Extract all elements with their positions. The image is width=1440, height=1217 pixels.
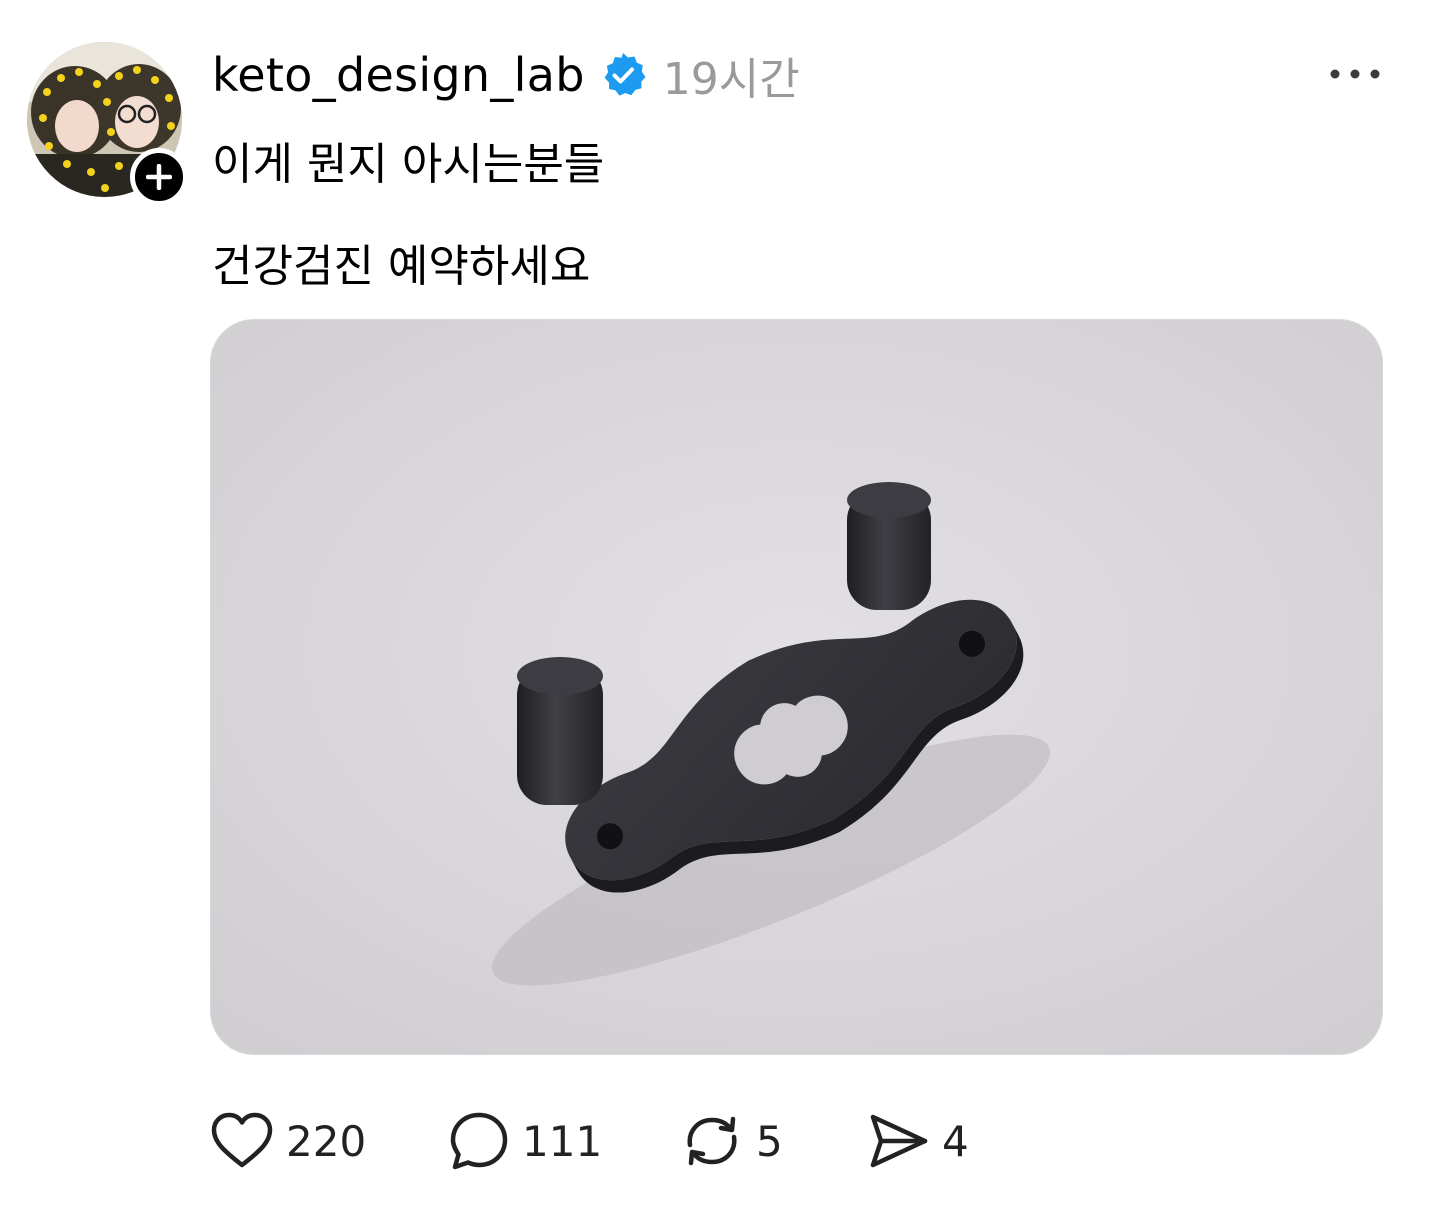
repost-button[interactable]: 5 <box>680 1110 783 1172</box>
comment-icon <box>450 1112 508 1170</box>
repost-count: 5 <box>756 1116 783 1166</box>
post-header: keto_design_lab 19시간 <box>212 44 800 106</box>
more-icon <box>1330 69 1380 79</box>
verified-badge-icon <box>604 53 646 96</box>
post-actions-bar: 220 111 5 4 <box>210 1110 1110 1172</box>
post-text-line-1: 이게 뭔지 아시는분들 <box>212 139 605 190</box>
post-image[interactable] <box>210 319 1383 1055</box>
heart-icon <box>211 1112 273 1168</box>
follow-button[interactable] <box>130 148 188 206</box>
plus-icon <box>146 164 172 190</box>
reply-button[interactable]: 111 <box>448 1110 602 1172</box>
like-count: 220 <box>286 1116 367 1166</box>
share-icon <box>870 1114 928 1168</box>
post-time: 19시간 <box>662 54 800 105</box>
username-link[interactable]: keto_design_lab <box>212 48 585 102</box>
share-count: 4 <box>942 1116 969 1166</box>
more-options-button[interactable] <box>1320 56 1390 92</box>
share-button[interactable]: 4 <box>868 1110 969 1172</box>
like-button[interactable]: 220 <box>210 1110 366 1172</box>
repost-icon <box>687 1116 737 1166</box>
reply-count: 111 <box>522 1116 603 1166</box>
avatar-container[interactable] <box>27 42 188 206</box>
post-text-line-2: 건강검진 예약하세요 <box>212 241 591 292</box>
